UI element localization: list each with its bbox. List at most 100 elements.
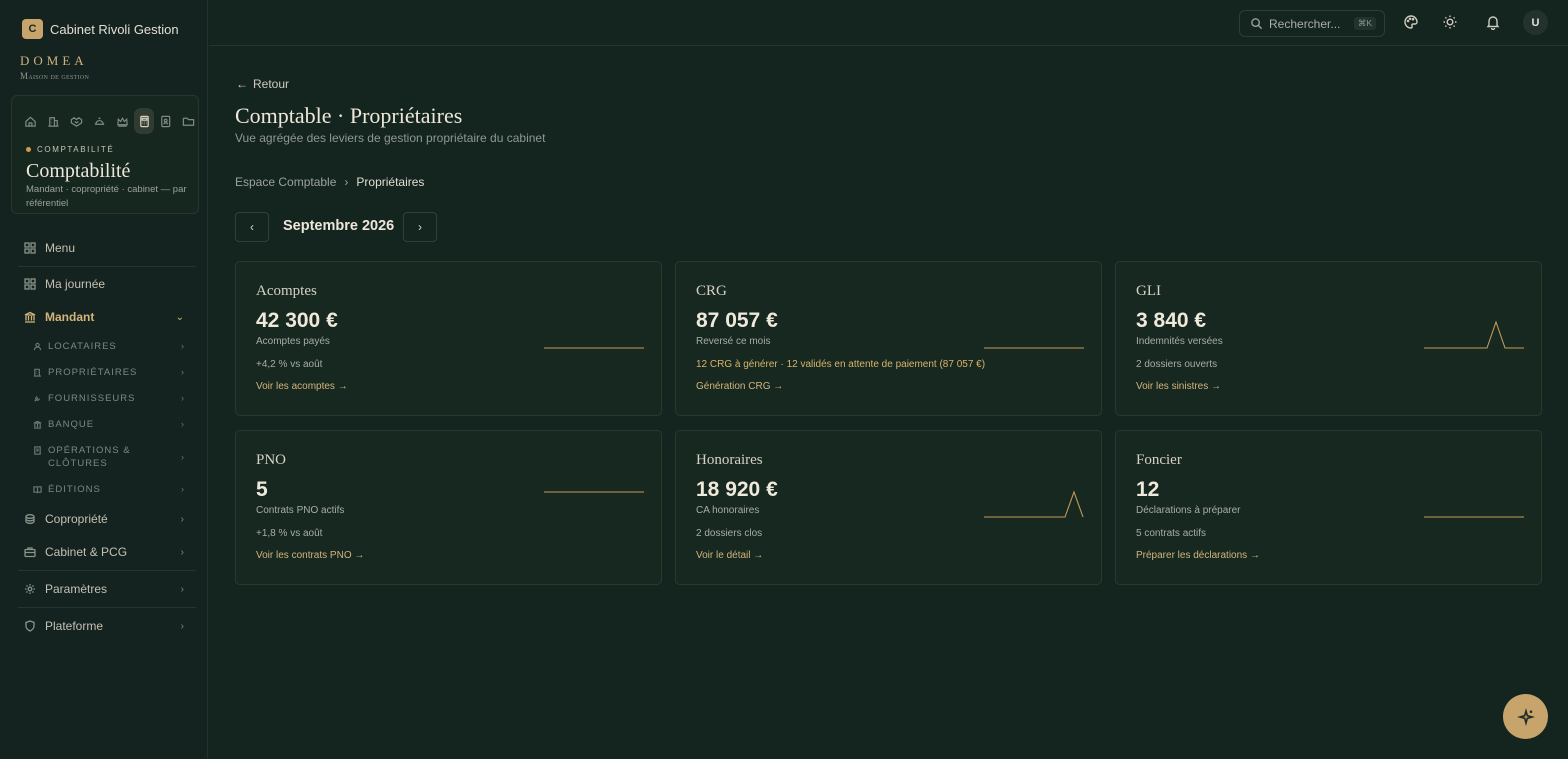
chevron-right-icon: › <box>180 546 184 558</box>
card-title: PNO <box>256 452 287 468</box>
card-value: 87 057 € <box>696 309 778 332</box>
book-icon <box>33 486 42 494</box>
module-kicker: COMPTABILITÉ <box>26 145 114 154</box>
module-switcher: COMPTABILITÉ Comptabilité Mandant · copr… <box>11 95 199 214</box>
nav-sub-label: PROPRIÉTAIRES <box>48 367 138 378</box>
sparkline <box>544 347 644 349</box>
sparkline <box>1424 320 1524 349</box>
sun-icon[interactable] <box>1442 14 1458 30</box>
nav-sub-operations[interactable]: OPÉRATIONS & CLÔTURES › <box>33 444 185 470</box>
back-link[interactable]: ← Retour <box>236 77 289 91</box>
card-link[interactable]: Génération CRG → <box>696 381 783 392</box>
briefcase-icon <box>24 547 36 558</box>
card-value: 12 <box>1136 478 1160 501</box>
next-month-button[interactable]: › <box>403 212 437 242</box>
building-icon[interactable] <box>42 108 65 134</box>
sparkline <box>544 491 644 493</box>
previous-month-button[interactable]: ‹ <box>235 212 269 242</box>
nav-ma-journee[interactable]: Ma journée <box>24 277 184 291</box>
nav-copropriete-label: Copropriété <box>45 512 108 526</box>
nav-divider <box>18 570 196 571</box>
nav-mandant-label: Mandant <box>45 310 95 324</box>
nav-sub-banque[interactable]: BANQUE › <box>33 418 185 431</box>
chevron-right-icon: › <box>418 220 422 234</box>
home-icon[interactable] <box>19 108 42 134</box>
nav-parametres-label: Paramètres <box>45 582 108 596</box>
chevron-right-icon: › <box>181 367 185 377</box>
handshake-icon[interactable] <box>65 108 88 134</box>
coins-icon <box>25 514 35 524</box>
kpi-card-acomptes: Acomptes 42 300 € Acomptes payés +4,2 % … <box>235 261 662 416</box>
nav-parametres[interactable]: Paramètres › <box>24 582 184 596</box>
card-note: 2 dossiers clos <box>696 528 763 539</box>
current-month: Septembre 2026 <box>283 218 395 234</box>
status-dot <box>26 147 31 152</box>
card-link[interactable]: Voir les acomptes → <box>256 381 348 392</box>
chevron-left-icon: ‹ <box>250 220 254 234</box>
palette-icon[interactable] <box>1403 14 1419 30</box>
sparkles-icon <box>1516 707 1535 726</box>
card-label: CA honoraires <box>696 505 760 516</box>
nav-sub-label: FOURNISSEURS <box>48 393 136 404</box>
sparkline <box>984 347 1084 349</box>
gear-icon <box>25 584 35 594</box>
nav-sub-label: LOCATAIRES <box>48 341 117 352</box>
ai-assistant-button[interactable] <box>1503 694 1548 739</box>
card-link[interactable]: Voir les sinistres → <box>1136 381 1221 392</box>
users-icon <box>33 342 42 351</box>
building-icon <box>33 368 42 377</box>
contact-book-icon[interactable] <box>154 108 177 134</box>
nav-sub-proprietaires[interactable]: PROPRIÉTAIRES › <box>33 366 185 379</box>
page-title: Comptable · Propriétaires <box>235 103 463 128</box>
sparkline <box>1424 516 1524 518</box>
page-subtitle: Vue agrégée des leviers de gestion propr… <box>235 131 546 145</box>
crown-icon[interactable] <box>111 108 134 134</box>
card-label: Reversé ce mois <box>696 336 771 347</box>
kpi-card-gli: GLI 3 840 € Indemnités versées 2 dossier… <box>1115 261 1542 416</box>
breadcrumb-separator-icon: › <box>344 175 349 189</box>
card-label: Déclarations à préparer <box>1136 505 1241 516</box>
nav-cabinet[interactable]: Cabinet & PCG › <box>24 545 184 559</box>
card-note: 5 contrats actifs <box>1136 528 1207 539</box>
search-shortcut: ⌘K <box>1353 17 1376 30</box>
nav-mandant[interactable]: Mandant ⌄ <box>24 310 184 324</box>
module-kicker-label: COMPTABILITÉ <box>37 145 115 154</box>
search-icon <box>1251 18 1263 30</box>
card-value: 18 920 € <box>696 478 778 501</box>
wrench-icon <box>34 396 40 402</box>
breadcrumb-item[interactable]: Espace Comptable <box>235 175 336 189</box>
card-title: Honoraires <box>696 452 763 468</box>
grid-icon <box>24 278 36 290</box>
folder-icon[interactable] <box>177 108 200 134</box>
card-title: Foncier <box>1136 452 1182 468</box>
brand-logo: DOMEA <box>20 53 88 68</box>
card-note: 2 dossiers ouverts <box>1136 359 1218 370</box>
search-input[interactable]: Rechercher... ⌘K <box>1239 10 1385 37</box>
card-note: +4,2 % vs août <box>256 359 323 370</box>
nav-sub-locataires[interactable]: LOCATAIRES › <box>33 340 185 353</box>
card-link[interactable]: Préparer les déclarations → <box>1136 550 1260 561</box>
nav-copropriete[interactable]: Copropriété › <box>24 512 184 526</box>
chevron-down-icon: ⌄ <box>175 311 184 323</box>
card-note: 12 CRG à générer · 12 validés en attente… <box>696 359 986 370</box>
calculator-icon[interactable] <box>134 108 154 134</box>
nav-plateforme[interactable]: Plateforme › <box>24 619 184 633</box>
workspace-switcher[interactable]: C Cabinet Rivoli Gestion <box>22 19 179 39</box>
nav-ma-journee-label: Ma journée <box>45 277 106 291</box>
nav-plateforme-label: Plateforme <box>45 619 104 633</box>
module-title: Comptabilité <box>26 160 131 182</box>
card-link[interactable]: Voir les contrats PNO → <box>256 550 364 561</box>
breadcrumb: Espace Comptable › Propriétaires <box>235 175 424 189</box>
card-link[interactable]: Voir le détail → <box>696 550 763 561</box>
chevron-right-icon: › <box>181 419 185 429</box>
card-title: GLI <box>1136 283 1161 299</box>
card-value: 42 300 € <box>256 309 338 332</box>
nav-sub-fournisseurs[interactable]: FOURNISSEURS › <box>33 392 185 405</box>
bell-icon[interactable] <box>1485 14 1501 31</box>
avatar[interactable]: U <box>1523 10 1548 35</box>
chevron-right-icon: › <box>181 484 185 494</box>
nav-menu[interactable]: Menu <box>24 241 184 255</box>
card-note: +1,8 % vs août <box>256 528 323 539</box>
nav-sub-editions[interactable]: ÉDITIONS › <box>33 483 185 496</box>
service-bell-icon[interactable] <box>88 108 111 134</box>
